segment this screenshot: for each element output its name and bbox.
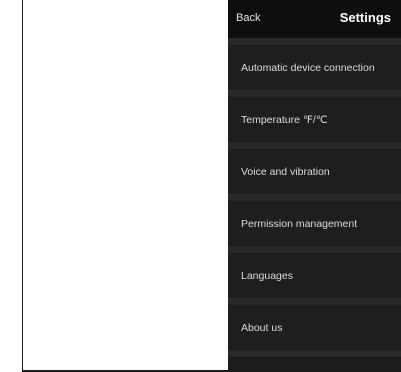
settings-item-label: Permission management [241, 217, 358, 230]
divider [228, 38, 401, 45]
settings-panel: Back Settings Automatic device connectio… [228, 0, 401, 370]
settings-item-label: Automatic device connection [241, 61, 375, 74]
page-title: Settings [339, 10, 391, 25]
settings-item-voice-and-vibration[interactable]: Voice and vibration [228, 149, 401, 194]
settings-item-automatic-device-connection[interactable]: Automatic device connection [228, 45, 401, 90]
divider [228, 194, 401, 201]
settings-item-label: About us [241, 321, 283, 334]
settings-item-about-us[interactable]: About us [228, 305, 401, 350]
divider [228, 246, 401, 253]
settings-item-permission-management[interactable]: Permission management [228, 201, 401, 246]
settings-item-temperature[interactable]: Temperature ℉/℃ [228, 97, 401, 142]
divider [228, 142, 401, 149]
back-button[interactable]: Back [236, 12, 260, 24]
page: Back Settings Automatic device connectio… [0, 0, 401, 372]
settings-item-label: Voice and vibration [241, 165, 330, 178]
settings-item-label: Temperature ℉/℃ [241, 113, 328, 126]
settings-item-label: Languages [241, 269, 293, 282]
divider [228, 90, 401, 97]
settings-item-languages[interactable]: Languages [228, 253, 401, 298]
frame-left-border [22, 0, 23, 372]
divider [228, 350, 401, 357]
top-bar: Back Settings [228, 0, 401, 38]
divider [228, 298, 401, 305]
